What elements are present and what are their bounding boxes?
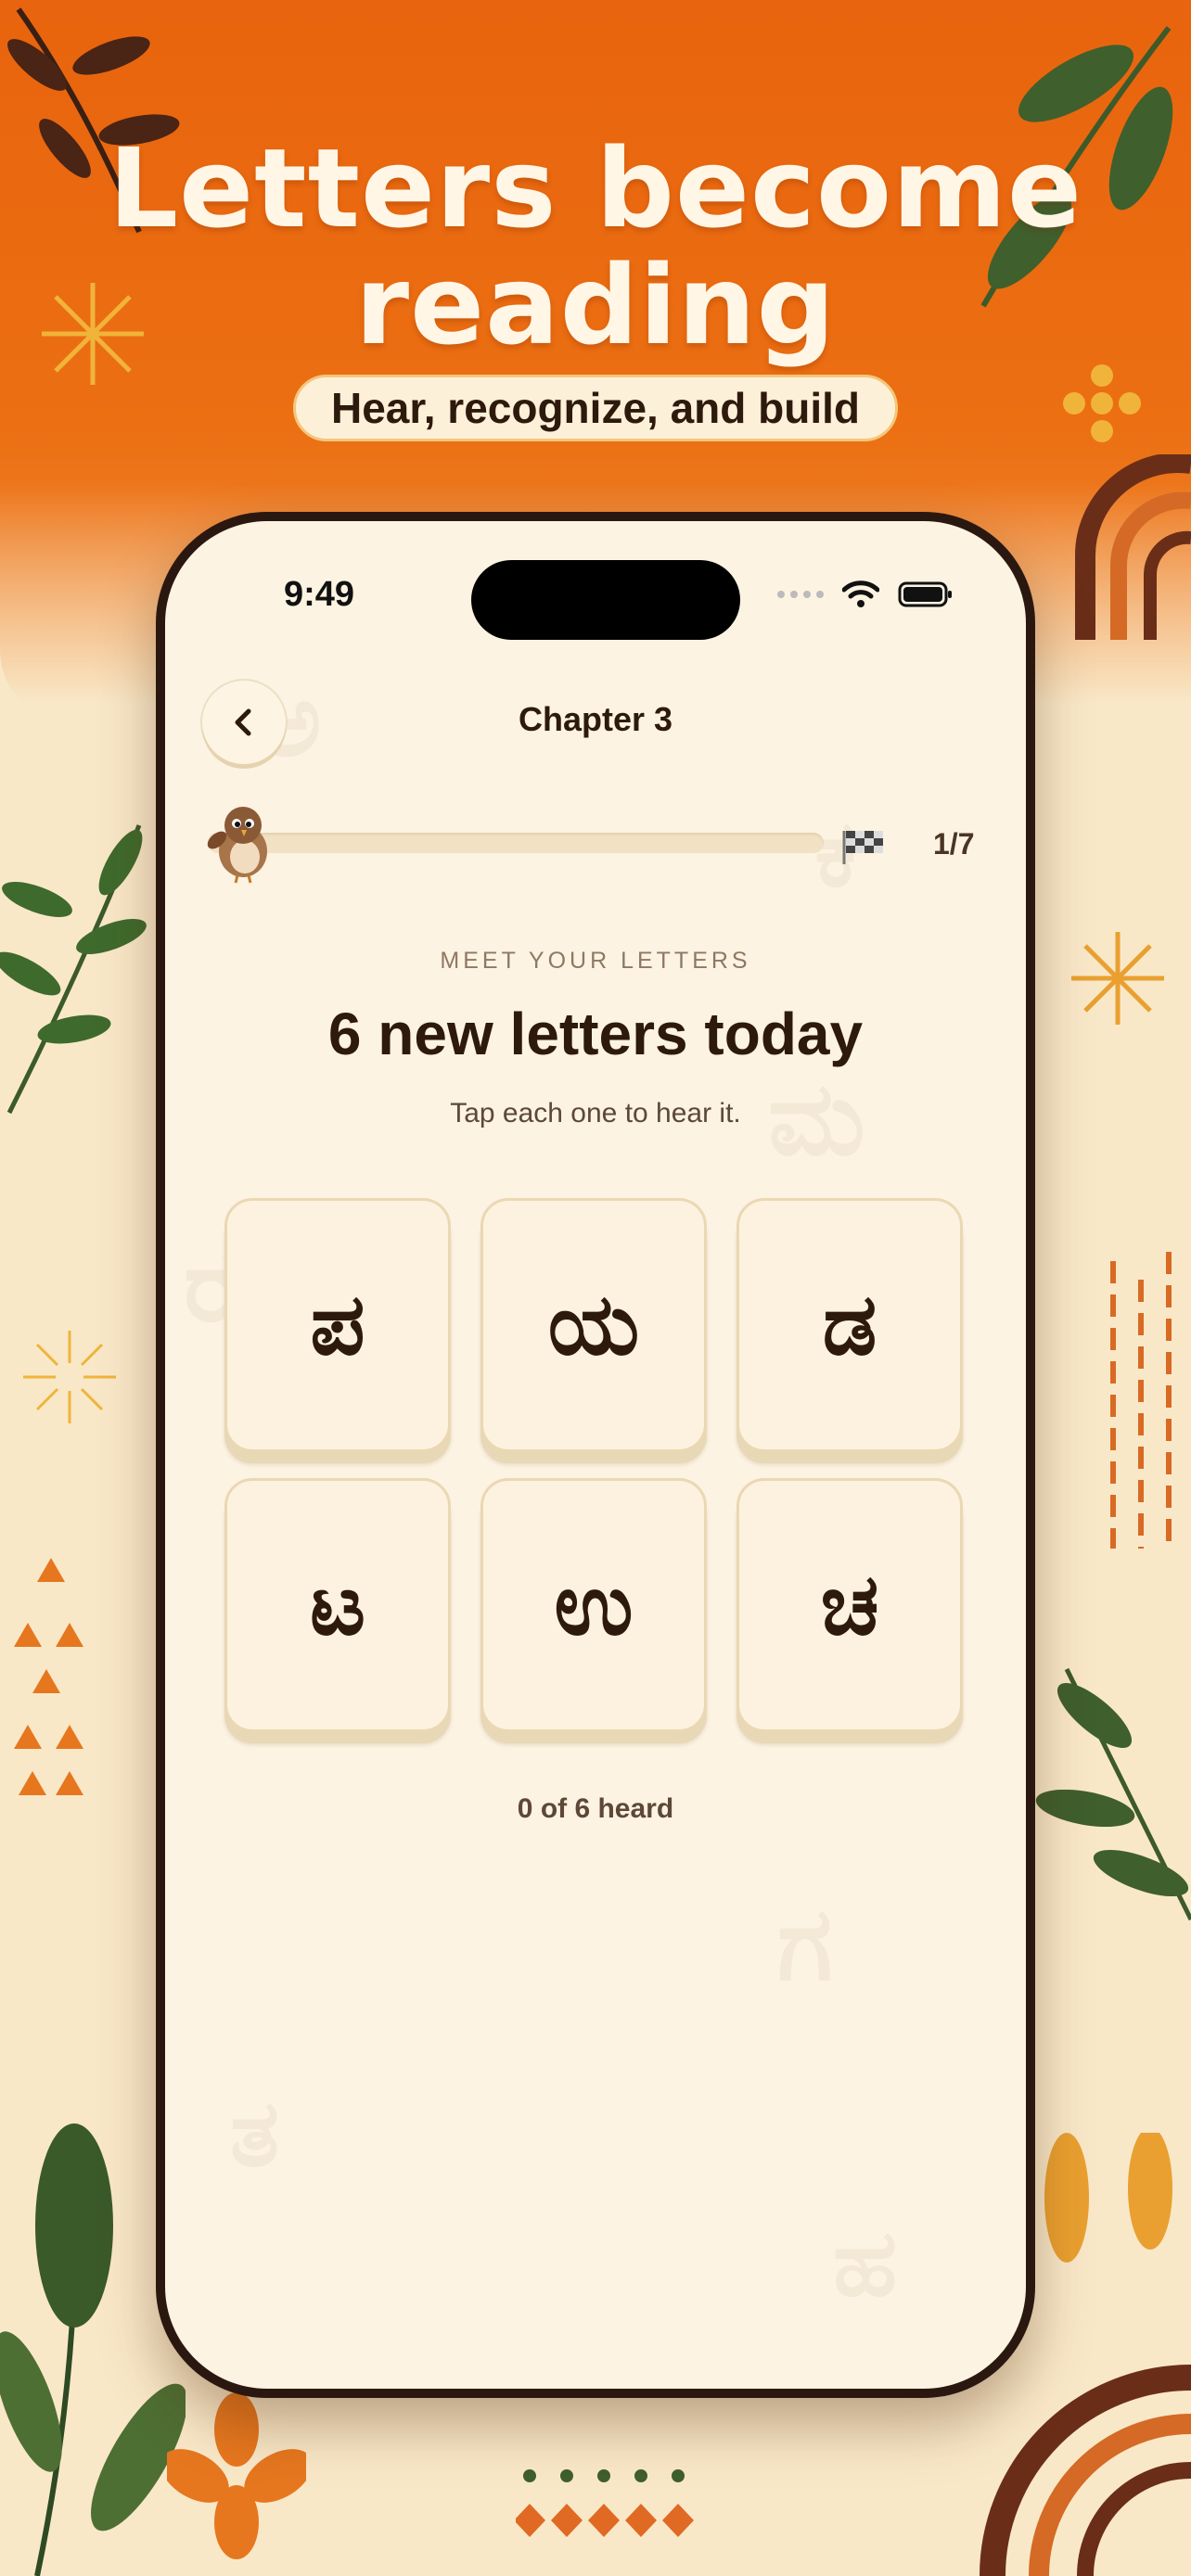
chapter-title: Chapter 3 <box>518 700 673 738</box>
section-eyebrow: MEET YOUR LETTERS <box>440 948 751 974</box>
watermark-letter: ಗ <box>777 1884 833 2003</box>
petals-right-icon <box>1044 2133 1172 2263</box>
promo-headline-line1: Letters become <box>108 124 1083 252</box>
leaf-branch-left-icon <box>0 824 147 1115</box>
battery-icon <box>898 581 952 607</box>
lesson-instruction: Tap each one to hear it. <box>450 1098 741 1129</box>
letter-glyph: ಚ <box>820 1554 879 1654</box>
phone-frame: ಅ ಕ ಮ ರ ಗ ತ ಹ 9:49 Chapter 3 1/7 MEET YO… <box>156 512 1035 2398</box>
promo-headline: Letters become reading <box>0 130 1191 363</box>
lesson-title: 6 new letters today <box>327 1001 864 1067</box>
lesson-progress-bar <box>208 833 824 853</box>
letter-tile[interactable]: ಚ <box>736 1478 963 1732</box>
checkered-flag-icon <box>842 831 883 864</box>
sunburst-left-icon <box>23 1331 116 1423</box>
letter-glyph: ಯ <box>547 1274 640 1374</box>
signal-dots-icon <box>777 591 824 598</box>
promo-headline-line2: reading <box>354 241 837 369</box>
flower-right-icon <box>1063 364 1141 442</box>
dashed-lines-right-icon <box>1110 1252 1172 1549</box>
wifi-icon <box>842 580 879 607</box>
dynamic-island <box>471 560 740 640</box>
progress-count: 1/7 <box>933 827 975 861</box>
heard-status: 0 of 6 heard <box>517 1793 674 1824</box>
leaf-branch-right-icon <box>1035 1667 1191 1921</box>
diamonds-bottom-icon <box>516 2469 694 2537</box>
letter-glyph: ಪ <box>310 1274 365 1374</box>
letter-tile[interactable]: ಪ <box>224 1198 451 1452</box>
triangles-left-icon <box>14 1558 83 1795</box>
sparrow-mascot-icon <box>207 807 267 884</box>
letter-glyph: ಟ <box>309 1554 366 1654</box>
flower-bottom-icon <box>167 2392 306 2559</box>
rainbow-arch-right-icon <box>1074 454 1191 640</box>
sun-star-right-icon <box>1071 932 1164 1025</box>
letter-glyph: ಉ <box>554 1554 634 1654</box>
letter-glyph: ಡ <box>822 1274 877 1374</box>
status-icons <box>777 580 954 608</box>
letter-tile[interactable]: ಉ <box>480 1478 707 1732</box>
letter-tile[interactable]: ಡ <box>736 1198 963 1452</box>
watermark-letter: ಹ <box>833 2209 898 2317</box>
letter-grid: ಪ ಯ ಡ ಟ ಉ ಚ <box>224 1198 967 1732</box>
status-time: 9:49 <box>284 575 355 614</box>
promo-subtitle-pill: Hear, recognize, and build <box>293 375 898 441</box>
app-screen: ಅ ಕ ಮ ರ ಗ ತ ಹ 9:49 Chapter 3 1/7 MEET YO… <box>165 521 1026 2389</box>
watermark-letter: ತ <box>230 2079 279 2187</box>
letter-tile[interactable]: ಟ <box>224 1478 451 1732</box>
letter-tile[interactable]: ಯ <box>480 1198 707 1452</box>
